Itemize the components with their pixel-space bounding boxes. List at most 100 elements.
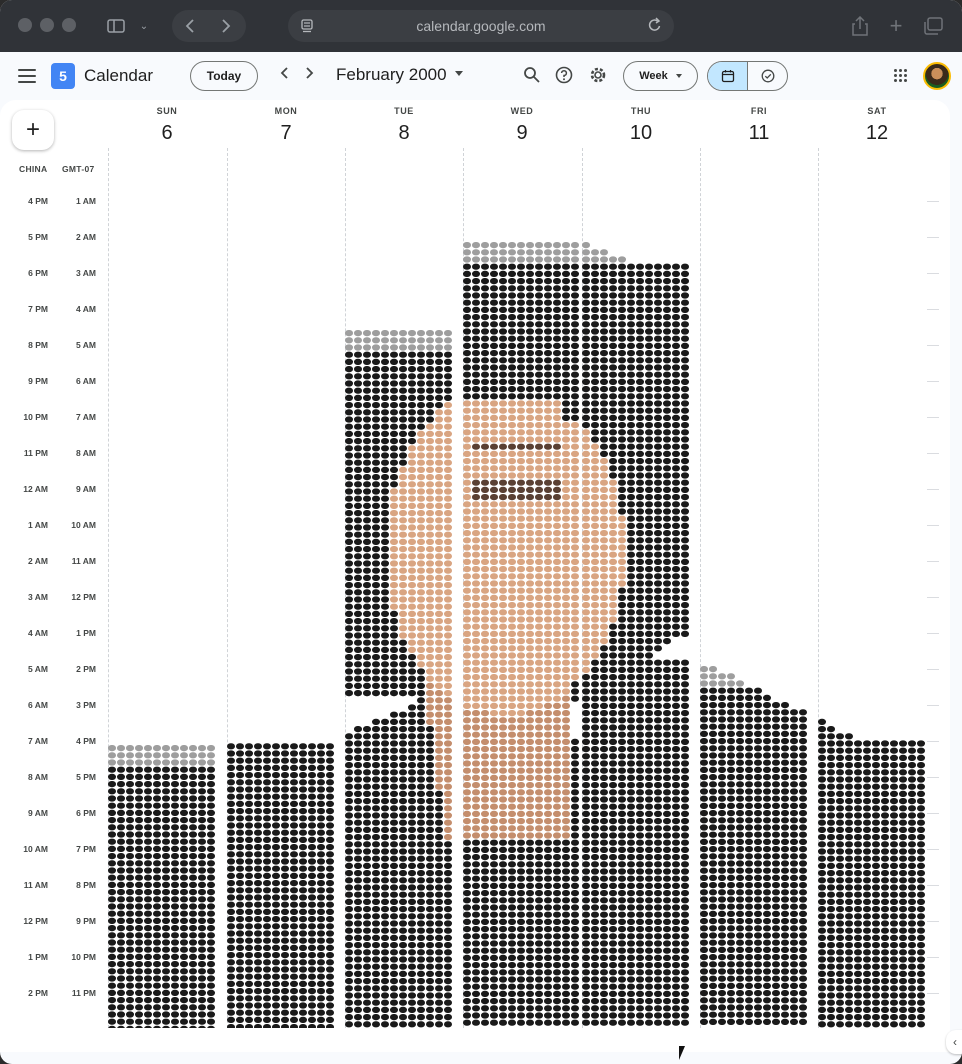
- event-chip[interactable]: [553, 738, 561, 745]
- event-chip[interactable]: [544, 933, 552, 940]
- url-text[interactable]: calendar.google.com: [288, 18, 674, 34]
- event-chip[interactable]: [535, 659, 543, 666]
- event-chip[interactable]: [345, 978, 353, 985]
- event-chip[interactable]: [207, 831, 215, 838]
- event-chip[interactable]: [535, 695, 543, 702]
- event-chip[interactable]: [444, 452, 452, 459]
- event-chip[interactable]: [672, 566, 680, 573]
- event-chip[interactable]: [526, 825, 534, 832]
- event-chip[interactable]: [189, 961, 197, 968]
- timezone-label-china[interactable]: CHINA: [19, 164, 47, 174]
- event-chip[interactable]: [582, 450, 590, 457]
- event-chip[interactable]: [345, 524, 353, 531]
- event-chip[interactable]: [444, 776, 452, 783]
- event-chip[interactable]: [663, 659, 671, 666]
- event-chip[interactable]: [290, 786, 298, 793]
- event-chip[interactable]: [490, 1019, 498, 1026]
- event-chip[interactable]: [472, 522, 480, 529]
- event-chip[interactable]: [399, 942, 407, 949]
- event-chip[interactable]: [345, 819, 353, 826]
- event-chip[interactable]: [299, 908, 307, 915]
- event-chip[interactable]: [553, 717, 561, 724]
- event-chip[interactable]: [571, 479, 579, 486]
- event-chip[interactable]: [481, 674, 489, 681]
- event-chip[interactable]: [417, 970, 425, 977]
- event-chip[interactable]: [600, 882, 608, 889]
- event-chip[interactable]: [526, 508, 534, 515]
- event-chip[interactable]: [654, 602, 662, 609]
- event-chip[interactable]: [618, 458, 626, 465]
- event-chip[interactable]: [582, 486, 590, 493]
- event-chip[interactable]: [381, 330, 389, 337]
- event-chip[interactable]: [591, 306, 599, 313]
- event-chip[interactable]: [472, 710, 480, 717]
- event-chip[interactable]: [591, 566, 599, 573]
- event-chip[interactable]: [381, 531, 389, 538]
- event-chip[interactable]: [308, 858, 316, 865]
- event-chip[interactable]: [435, 337, 443, 344]
- event-chip[interactable]: [399, 783, 407, 790]
- event-chip[interactable]: [627, 443, 635, 450]
- event-chip[interactable]: [654, 263, 662, 270]
- event-chip[interactable]: [618, 566, 626, 573]
- event-chip[interactable]: [553, 285, 561, 292]
- event-chip[interactable]: [354, 834, 362, 841]
- event-chip[interactable]: [544, 422, 552, 429]
- event-chip[interactable]: [417, 481, 425, 488]
- event-chip[interactable]: [544, 774, 552, 781]
- event-chip[interactable]: [526, 587, 534, 594]
- event-chip[interactable]: [481, 767, 489, 774]
- event-chip[interactable]: [444, 603, 452, 610]
- event-chip[interactable]: [426, 423, 434, 430]
- event-chip[interactable]: [399, 438, 407, 445]
- event-chip[interactable]: [390, 927, 398, 934]
- event-chip[interactable]: [553, 306, 561, 313]
- event-chip[interactable]: [317, 822, 325, 829]
- event-chip[interactable]: [672, 630, 680, 637]
- event-chip[interactable]: [535, 731, 543, 738]
- event-chip[interactable]: [535, 983, 543, 990]
- event-chip[interactable]: [582, 400, 590, 407]
- event-chip[interactable]: [162, 831, 170, 838]
- event-chip[interactable]: [299, 1009, 307, 1016]
- event-chip[interactable]: [745, 709, 753, 716]
- event-chip[interactable]: [207, 853, 215, 860]
- event-chip[interactable]: [571, 803, 579, 810]
- event-chip[interactable]: [600, 638, 608, 645]
- event-chip[interactable]: [562, 875, 570, 882]
- event-chip[interactable]: [517, 299, 525, 306]
- event-chip[interactable]: [544, 659, 552, 666]
- event-chip[interactable]: [207, 788, 215, 795]
- event-chip[interactable]: [681, 292, 689, 299]
- event-chip[interactable]: [317, 772, 325, 779]
- event-chip[interactable]: [571, 854, 579, 861]
- event-chip[interactable]: [426, 805, 434, 812]
- event-chip[interactable]: [663, 832, 671, 839]
- event-chip[interactable]: [417, 812, 425, 819]
- event-chip[interactable]: [654, 414, 662, 421]
- event-chip[interactable]: [562, 285, 570, 292]
- event-chip[interactable]: [126, 1004, 134, 1011]
- event-chip[interactable]: [636, 947, 644, 954]
- event-chip[interactable]: [481, 688, 489, 695]
- event-chip[interactable]: [372, 618, 380, 625]
- event-chip[interactable]: [627, 638, 635, 645]
- event-chip[interactable]: [799, 716, 807, 723]
- event-chip[interactable]: [700, 666, 708, 673]
- event-chip[interactable]: [426, 711, 434, 718]
- event-chip[interactable]: [198, 788, 206, 795]
- event-chip[interactable]: [600, 530, 608, 537]
- event-chip[interactable]: [198, 838, 206, 845]
- event-chip[interactable]: [582, 926, 590, 933]
- event-chip[interactable]: [571, 515, 579, 522]
- event-chip[interactable]: [372, 884, 380, 891]
- create-button[interactable]: +: [12, 110, 54, 150]
- event-chip[interactable]: [672, 947, 680, 954]
- event-chip[interactable]: [108, 766, 116, 773]
- event-chip[interactable]: [463, 810, 471, 817]
- event-chip[interactable]: [408, 1021, 416, 1028]
- event-chip[interactable]: [618, 983, 626, 990]
- event-chip[interactable]: [645, 407, 653, 414]
- event-chip[interactable]: [180, 759, 188, 766]
- event-chip[interactable]: [609, 328, 617, 335]
